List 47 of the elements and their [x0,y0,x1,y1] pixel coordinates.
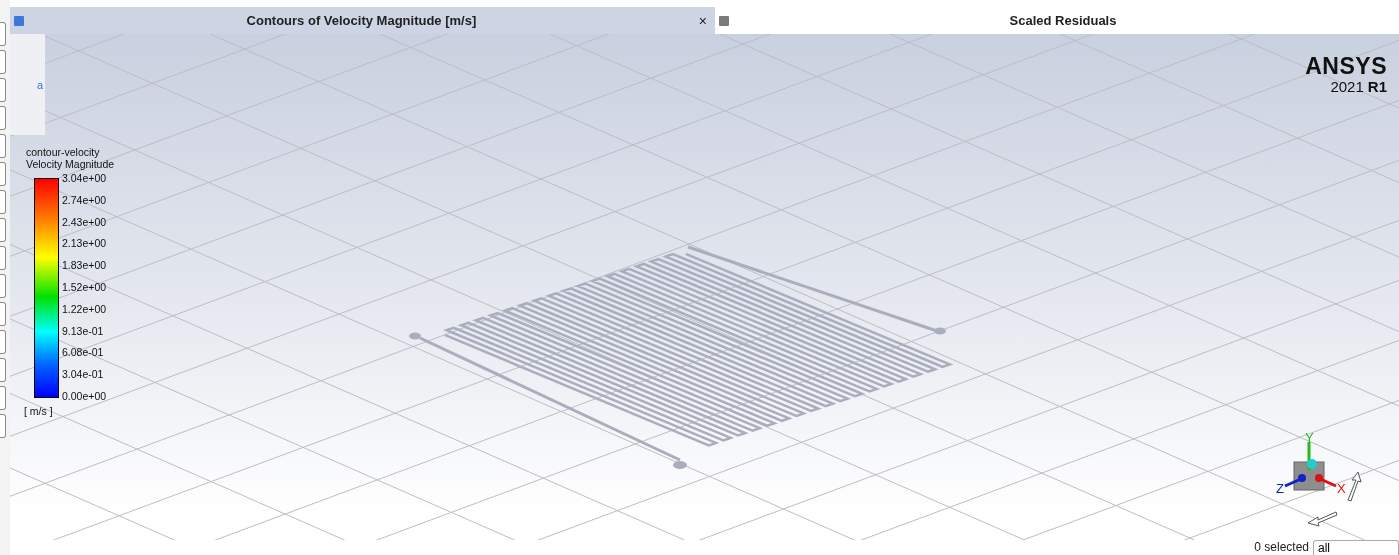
toolbar-button[interactable] [0,414,6,438]
app-icon [14,15,24,26]
app-icon [719,15,729,26]
legend-tick-label: 2.43e+00 [62,214,107,229]
legend-tick-label: 1.83e+00 [62,258,107,273]
close-button[interactable]: × [698,12,707,29]
toolbar-button[interactable] [0,274,6,298]
axis-triad-drawing [1284,442,1337,491]
toolbar-button[interactable] [0,162,6,186]
toolbar-button[interactable] [0,22,6,46]
view-tab[interactable]: Contours of Velocity Magnitude [m/s] × [10,7,715,34]
axis-label: X [1337,481,1346,496]
toolbar-button[interactable] [0,78,6,102]
legend-tick-label: 1.22e+00 [62,301,107,316]
legend-tick-label: 3.04e-01 [62,367,105,382]
legend-tick-label: 3.04e+00 [62,171,107,185]
legend-title: contour-velocity [26,146,100,158]
toolbar-button[interactable] [0,50,6,74]
tab-title: Contours of Velocity Magnitude [m/s] [245,13,478,28]
toolbar-button[interactable] [0,106,6,130]
axis-label: Y [1305,430,1314,445]
filter-field[interactable]: all [1313,540,1399,555]
toolbar-button[interactable] [0,218,6,242]
legend-quantity: Velocity Magnitude [26,158,115,170]
logo-name: ANSYS [1305,54,1387,78]
toolbar-button[interactable] [0,246,6,270]
legend-unit: [ m/s ] [24,405,53,417]
rotate-arrow-icon[interactable] [1347,471,1362,502]
toolbar-button[interactable] [0,302,6,326]
axis-label: Z [1276,481,1284,496]
legend-tick-label: 2.74e+00 [62,192,107,207]
panel-text: a [36,78,43,91]
toolbar-button[interactable] [0,330,6,354]
legend-tick-label: 1.52e+00 [62,280,107,294]
rotate-arrow-icon[interactable] [1307,511,1338,527]
logo-year: 2021 [1330,78,1364,95]
toolbar-button[interactable] [0,386,6,410]
legend-tick-label: 0.00e+00 [62,388,107,403]
legend-tick-label: 9.13e-01 [62,323,105,338]
toolbar-button[interactable] [0,134,6,158]
toolbar-button[interactable] [0,190,6,214]
logo-release: R1 [1367,78,1387,95]
tab-title: Scaled Residuals [1008,13,1118,28]
legend-tick-label: 2.13e+00 [62,236,107,251]
toolbar-button[interactable] [0,358,6,382]
selection-count: 0 selected [1254,540,1309,555]
legend-tick-label: 6.08e-01 [62,345,105,360]
